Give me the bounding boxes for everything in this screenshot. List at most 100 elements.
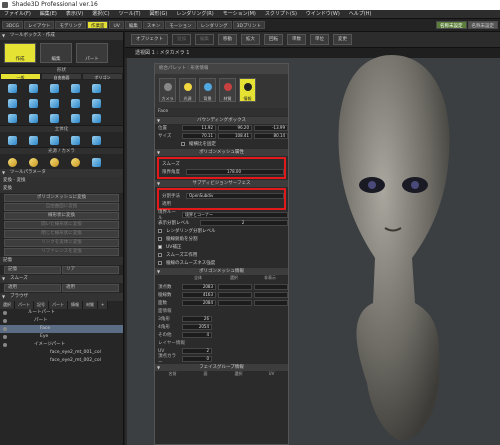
- offset-icon[interactable]: [92, 136, 101, 145]
- mesh-info-section[interactable]: ポリゴンメッシュ情報: [155, 268, 288, 275]
- solid-5-icon[interactable]: [92, 114, 101, 123]
- tree-item-root[interactable]: ルートパート: [0, 309, 123, 317]
- uv-checkbox[interactable]: [158, 245, 162, 249]
- convert-freeform-button[interactable]: 自由曲面に変換: [4, 203, 119, 211]
- browser-tab-info[interactable]: 情報: [68, 301, 83, 309]
- rotate-button[interactable]: 回転: [264, 34, 283, 45]
- ribbon-tab-motion[interactable]: モーション: [165, 21, 196, 29]
- boundary-select[interactable]: 境界とコーナー: [182, 212, 288, 218]
- part-mode-button[interactable]: パート: [76, 43, 108, 63]
- size-x[interactable]: 70.11: [182, 133, 216, 139]
- menu-script[interactable]: スクリプト(S): [265, 10, 297, 18]
- curve-tool-icon[interactable]: [29, 84, 38, 93]
- menu-select[interactable]: 選択(C): [92, 10, 109, 18]
- menu-window[interactable]: ウインドウ(W): [306, 10, 340, 18]
- palette-tab-camera[interactable]: カメラ: [159, 78, 176, 102]
- smooth-apply-button[interactable]: 適用: [4, 284, 61, 292]
- ribbon-tab-render[interactable]: レンダリング: [196, 21, 232, 29]
- visibility-icon[interactable]: [3, 311, 7, 315]
- ribbon-tab-workplane[interactable]: 作業面: [86, 21, 109, 29]
- ribbon-tab-3dprint[interactable]: 3Dプリント: [232, 21, 265, 29]
- spot-light-icon[interactable]: [50, 158, 59, 167]
- size-y[interactable]: 108.41: [218, 133, 252, 139]
- tree-item-image-part[interactable]: イメージパート: [0, 341, 123, 349]
- cylinder-tool-icon[interactable]: [50, 99, 59, 108]
- revolve-icon[interactable]: [29, 136, 38, 145]
- box-tool-icon[interactable]: [8, 99, 17, 108]
- memory-button[interactable]: 記憶: [4, 266, 61, 274]
- edit-button[interactable]: 編集: [195, 34, 214, 45]
- object-button[interactable]: オブジェクト: [131, 34, 168, 45]
- browser-tab-symbol[interactable]: 記号: [34, 301, 49, 309]
- browser-header[interactable]: ブラウザ: [0, 293, 123, 301]
- edit-mode-button[interactable]: 編集: [40, 43, 72, 63]
- crease-checkbox[interactable]: [158, 261, 162, 265]
- method-select[interactable]: OpenSubdiv: [186, 193, 284, 199]
- face-group-section[interactable]: フェイスグループ情報: [155, 364, 288, 371]
- menu-motion[interactable]: モーション(M): [223, 10, 256, 18]
- change-button[interactable]: 変更: [333, 34, 352, 45]
- size-z[interactable]: 80.14: [254, 133, 288, 139]
- browser-tab-add[interactable]: +: [98, 301, 109, 309]
- bbox-section[interactable]: バウンディングボックス: [155, 117, 288, 124]
- smooth-header[interactable]: スムーズ: [0, 275, 123, 283]
- subdivision-section[interactable]: サブディビジョンサーフェス: [155, 180, 288, 187]
- palette-tab-background[interactable]: 背景: [199, 78, 216, 102]
- circle-tool-icon[interactable]: [71, 84, 80, 93]
- tree-item-face[interactable]: Face: [0, 325, 123, 333]
- menu-tools[interactable]: ツール(T): [119, 10, 141, 18]
- convert-closed-line-button[interactable]: 閉じた線形状に変換: [4, 230, 119, 238]
- convert-open-line-button[interactable]: 開いた線形状に変換: [4, 221, 119, 229]
- menu-view[interactable]: 表示(V): [66, 10, 83, 18]
- convert-reference-button[interactable]: リファレンスを変換: [4, 248, 119, 256]
- create-mode-button[interactable]: 作成: [4, 43, 36, 63]
- palette-tab-info[interactable]: 情報: [239, 78, 256, 102]
- ribbon-tab-3dcg[interactable]: 3DCG: [2, 21, 23, 29]
- ribbon-tab-uv[interactable]: UV: [109, 21, 124, 29]
- visibility-icon[interactable]: [3, 327, 7, 331]
- browser-tab-material[interactable]: 材質: [83, 301, 98, 309]
- visibility-icon[interactable]: [3, 335, 7, 339]
- clear-button[interactable]: リア: [62, 266, 119, 274]
- scale-button[interactable]: 拡大: [241, 34, 260, 45]
- ribbon-tab-layout[interactable]: レイアウト: [23, 21, 55, 29]
- single-button[interactable]: 単数: [287, 34, 306, 45]
- convert-link-button[interactable]: リンクを実体に変換: [4, 239, 119, 247]
- camera-icon[interactable]: [92, 158, 101, 167]
- palette-tab-material[interactable]: 材質: [219, 78, 236, 102]
- smooth-tool-checkbox[interactable]: [158, 253, 162, 257]
- browser-tab-part[interactable]: パート: [15, 301, 34, 309]
- pos-z[interactable]: -13.99: [254, 125, 288, 131]
- ribbon-tab-edit[interactable]: 編集: [124, 21, 142, 29]
- menu-render[interactable]: レンダリング(R): [176, 10, 213, 18]
- sphere-tool-icon[interactable]: [29, 99, 38, 108]
- extrude-icon[interactable]: [8, 136, 17, 145]
- solid-1-icon[interactable]: [8, 114, 17, 123]
- rect-tool-icon[interactable]: [50, 84, 59, 93]
- unit-button[interactable]: 単位: [310, 34, 329, 45]
- smooth-apply-button-2[interactable]: 適用: [62, 284, 119, 292]
- tool-params-header[interactable]: ツールパラメータ: [0, 169, 123, 177]
- polygon-tool-icon[interactable]: [92, 84, 101, 93]
- limit-angle-input[interactable]: 178.00: [186, 169, 284, 175]
- torus-tool-icon[interactable]: [92, 99, 101, 108]
- visibility-icon[interactable]: [3, 343, 7, 347]
- sweep-icon[interactable]: [50, 136, 59, 145]
- tree-item-part[interactable]: パート: [0, 317, 123, 325]
- palette-title[interactable]: 統合パレット : 形状情報: [155, 64, 288, 74]
- tree-item-image-1[interactable]: face_eye2_mt_001_col: [0, 349, 123, 357]
- tree-item-image-2[interactable]: face_eye2_mt_002_col: [0, 357, 123, 365]
- solid-2-icon[interactable]: [29, 114, 38, 123]
- browser-tab-part2[interactable]: パート: [49, 301, 68, 309]
- pos-x[interactable]: 11.92: [182, 125, 216, 131]
- menu-edit[interactable]: 編集(E): [40, 10, 57, 18]
- convert-line-button[interactable]: 線形状に変換: [4, 212, 119, 220]
- pos-y[interactable]: 96.20: [218, 125, 252, 131]
- menu-shape[interactable]: 図形(G): [150, 10, 168, 18]
- toolbox-header[interactable]: ツールボックス - 作成: [0, 32, 123, 40]
- document-tab-2[interactable]: 名称未設定: [467, 21, 498, 29]
- palette-tab-light[interactable]: 光源: [179, 78, 196, 102]
- solid-4-icon[interactable]: [71, 114, 80, 123]
- ribbon-tab-modeling[interactable]: モデリング: [55, 21, 86, 29]
- browser-tab-select[interactable]: 選択: [0, 301, 15, 309]
